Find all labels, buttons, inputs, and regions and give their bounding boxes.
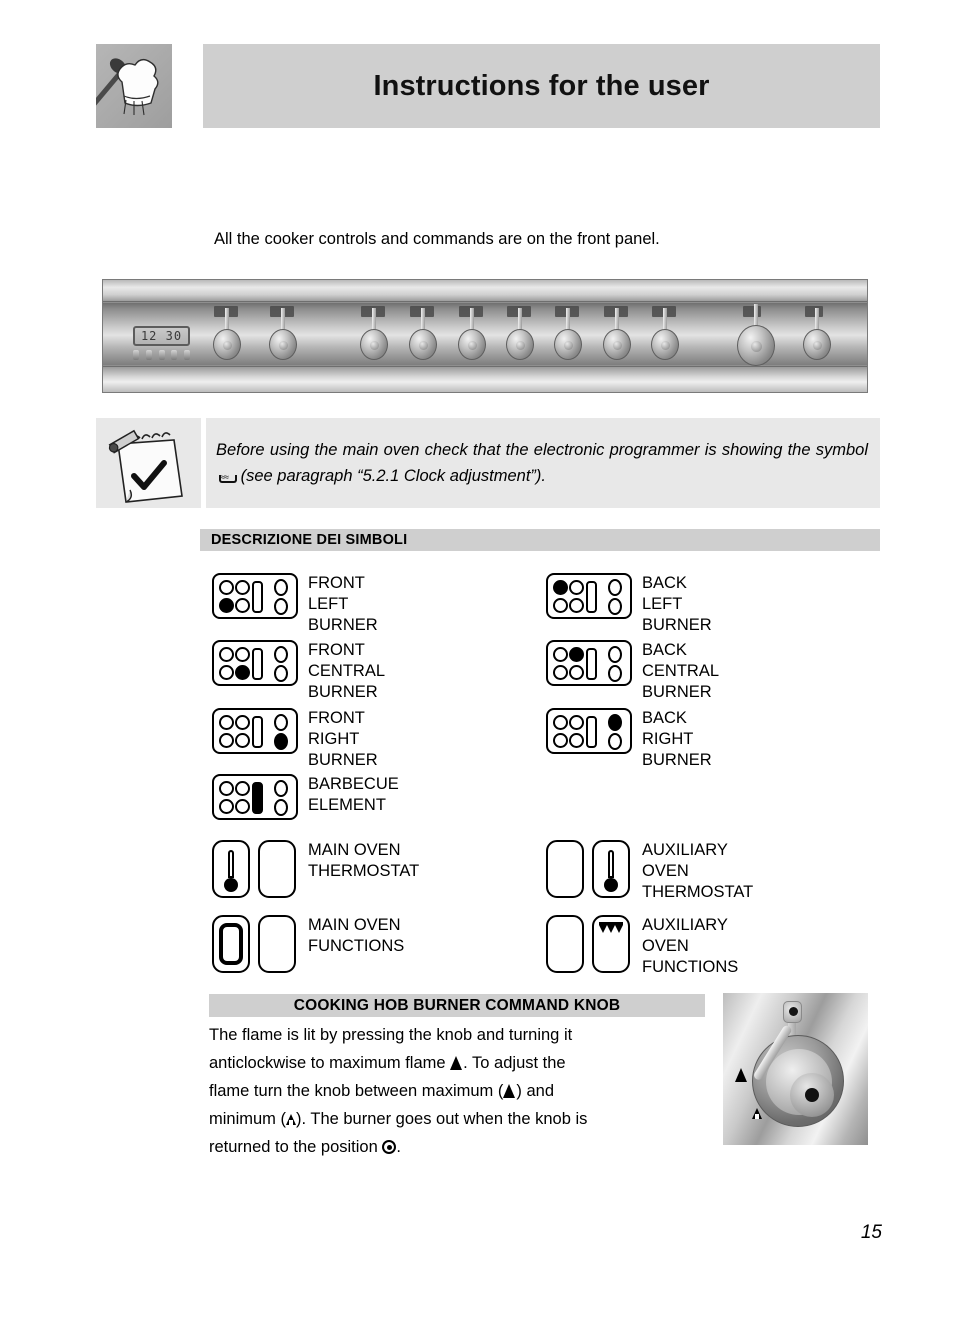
symbol-label: AUXILIARY OVEN FUNCTIONS [642,916,739,976]
panel-knob-timer[interactable] [213,308,241,360]
oven-cavity-icon [219,923,243,965]
symbols-section-bar: DESCRIZIONE DEI SIMBOLI [200,529,880,551]
heat-steam-icon [218,464,237,490]
symbol-label: FRONT RIGHT BURNER [308,709,378,769]
hob-line-2b: . To adjust the [463,1054,566,1072]
knob-symbol [805,306,823,317]
off-position-icon [382,1140,397,1154]
burner-front-central-icon [212,640,298,686]
panel-knob-main-oven[interactable] [269,308,297,360]
auxiliary-oven-thermostat-icon [546,840,632,898]
hob-line-5b: . [396,1138,401,1156]
panel-knob-aux-thermostat[interactable] [803,308,831,360]
symbol-label: MAIN OVEN THERMOSTAT [308,841,420,880]
oven-knob-box-left [212,915,250,973]
knob-maximum-flame-marking [735,1065,750,1085]
hob-line-3a: flame turn the knob between maximum ( [209,1082,504,1100]
hob-line-4b: ). The burner goes out when the knob is [296,1110,588,1128]
hob-knob-photo [723,993,868,1145]
main-oven-functions-icon [212,915,298,973]
hob-line-2a: anticlockwise to maximum flame [209,1054,446,1072]
knob-outer-ring [752,1035,844,1127]
symbol-label: BARBECUE ELEMENT [308,775,399,814]
symbol-label: BACK CENTRAL BURNER [642,641,720,701]
panel-bottom-edge [103,366,867,392]
note-box: Before using the main oven check that th… [96,418,880,508]
panel-knob-burner-1[interactable] [360,308,388,360]
grill-element-icon [599,922,623,935]
oven-knob-box-left [546,840,584,898]
burner-back-central-icon [546,640,632,686]
thermometer-icon [604,850,618,892]
hob-section-text: The flame is lit by pressing the knob an… [209,1021,707,1161]
note-body: Before using the main oven check that th… [206,418,880,508]
burner-front-right-icon [212,708,298,754]
thermometer-icon [224,850,238,892]
symbol-label: AUXILIARY OVEN THERMOSTAT [642,841,754,901]
barbecue-element-icon [212,774,298,820]
note-text-part2: (see paragraph “5.2.1 Clock adjustment”)… [240,467,546,485]
panel-top-edge [103,280,867,302]
knob-inner-ring [766,1049,834,1117]
panel-knob-burner-5[interactable] [554,308,582,360]
panel-knob-aux-oven[interactable] [737,304,775,366]
panel-knob-burner-6[interactable] [603,308,631,360]
knob-symbol [743,306,761,317]
burner-back-left-icon [546,573,632,619]
control-panel-photo: 12 30 [102,279,868,393]
note-text: Before using the main oven check that th… [206,437,880,490]
maximum-flame-icon [503,1084,516,1098]
maximum-flame-icon [450,1056,463,1070]
note-text-part1: Before using the main oven check that th… [216,441,868,459]
oven-knob-box-left [546,915,584,973]
burner-front-left-icon [212,573,298,619]
oven-knob-box-right [592,915,630,973]
page-title: Instructions for the user [373,69,710,102]
page-number: 15 [860,1222,882,1243]
chef-hat-spoon-icon [96,44,172,128]
symbol-label: FRONT CENTRAL BURNER [308,641,386,701]
hob-line-4a: minimum ( [209,1110,286,1128]
panel-knob-burner-2[interactable] [409,308,437,360]
programmer-buttons [133,350,190,362]
hob-line-1: The flame is lit by pressing the knob an… [209,1026,573,1044]
hob-line-3b: ) and [516,1082,554,1100]
symbol-label: BACK RIGHT BURNER [642,709,712,769]
notepad-check-icon [96,418,201,508]
panel-knob-burner-4[interactable] [506,308,534,360]
knob-center-dot [805,1088,819,1102]
minimum-flame-icon [286,1114,296,1125]
symbol-label: BACK LEFT BURNER [642,574,712,634]
hob-section-bar: COOKING HOB BURNER COMMAND KNOB [209,994,705,1017]
oven-knob-box-left [212,840,250,898]
symbol-label: MAIN OVEN FUNCTIONS [308,916,405,955]
programmer-clock-display: 12 30 [133,326,190,346]
hob-line-5: returned to the position [209,1138,378,1156]
header-title-bar: Instructions for the user [203,44,880,128]
knob-ignition-button [783,1001,802,1023]
oven-knob-box-right [592,840,630,898]
oven-knob-box-right [258,915,296,973]
page-header: Instructions for the user [96,44,880,128]
oven-knob-box-right [258,840,296,898]
panel-knob-burner-3[interactable] [458,308,486,360]
symbols-section-heading: DESCRIZIONE DEI SIMBOLI [211,532,408,548]
symbol-label: FRONT LEFT BURNER [308,574,378,634]
hob-section-heading: COOKING HOB BURNER COMMAND KNOB [293,997,621,1014]
main-oven-thermostat-icon [212,840,298,898]
auxiliary-oven-functions-icon [546,915,632,973]
panel-knob-barbecue[interactable] [651,308,679,360]
knob-minimum-flame-marking [752,1105,762,1123]
intro-paragraph: All the cooker controls and commands are… [214,230,660,248]
burner-back-right-icon [546,708,632,754]
